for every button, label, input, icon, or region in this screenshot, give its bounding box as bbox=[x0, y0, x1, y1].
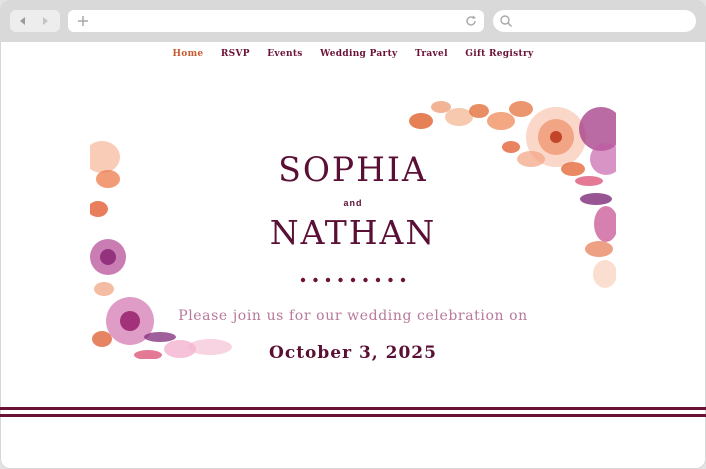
nav-rsvp[interactable]: RSVP bbox=[221, 49, 250, 59]
nav-home[interactable]: Home bbox=[172, 49, 203, 59]
back-arrow-icon[interactable] bbox=[16, 14, 30, 28]
first-name: SOPHIA bbox=[278, 149, 428, 190]
dot-divider bbox=[300, 277, 406, 283]
address-bar[interactable] bbox=[68, 10, 484, 32]
search-icon bbox=[500, 15, 513, 28]
nav-events[interactable]: Events bbox=[267, 49, 302, 59]
invitation-text: Please join us for our wedding celebrati… bbox=[178, 308, 528, 324]
divider-line bbox=[0, 414, 706, 417]
search-field[interactable] bbox=[493, 10, 696, 32]
browser-window: Home RSVP Events Wedding Party Travel Gi… bbox=[0, 0, 706, 469]
nav-gift-registry[interactable]: Gift Registry bbox=[465, 49, 533, 59]
nav-wedding-party[interactable]: Wedding Party bbox=[320, 49, 397, 59]
nav-travel[interactable]: Travel bbox=[415, 49, 448, 59]
wedding-date: October 3, 2025 bbox=[269, 343, 437, 363]
site-navigation: Home RSVP Events Wedding Party Travel Gi… bbox=[0, 49, 706, 65]
divider-line bbox=[0, 407, 706, 410]
forward-arrow-icon[interactable] bbox=[38, 14, 52, 28]
second-name: NATHAN bbox=[269, 213, 437, 252]
plus-icon[interactable] bbox=[76, 14, 90, 28]
reload-icon[interactable] bbox=[464, 14, 478, 28]
history-buttons bbox=[10, 10, 60, 32]
conjunction: and bbox=[343, 198, 363, 208]
browser-toolbar bbox=[0, 0, 706, 42]
